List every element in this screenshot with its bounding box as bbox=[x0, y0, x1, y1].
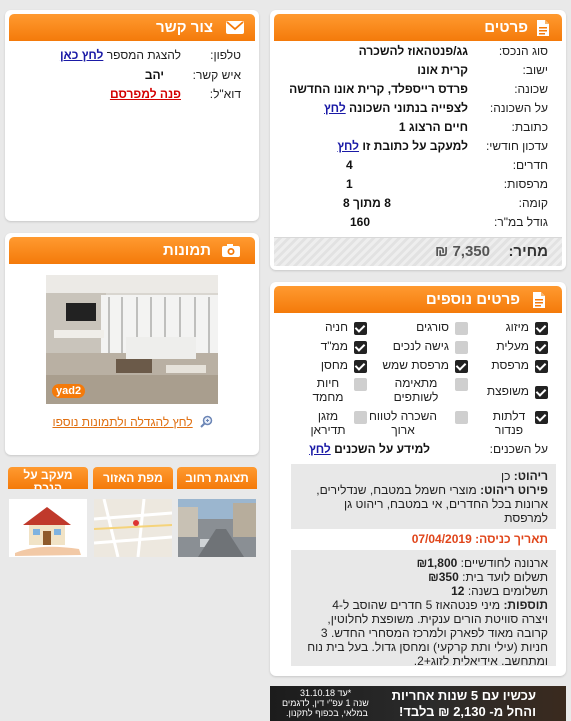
feature-tadiran-ac: מזגן תדיראן bbox=[277, 408, 367, 440]
feature-elevator: מעלית bbox=[468, 338, 548, 354]
feature-parking: חניה bbox=[277, 319, 367, 335]
ad-fineprint-2: שנה 1 עפ"י דין, לדגמים bbox=[282, 698, 369, 708]
arnona-row: ארנונה לחודשיים: ₪1,800 bbox=[416, 556, 548, 570]
contact-person-row: איש קשר: יהב bbox=[144, 68, 241, 82]
tab-property-tracking[interactable]: מעקב על הנכס bbox=[8, 467, 88, 559]
feature-roommates: מתאימה לשותפים bbox=[378, 375, 468, 407]
checkbox-checked-icon bbox=[455, 360, 468, 373]
ad-fineprint-1: *עד 31.10.18 bbox=[300, 688, 352, 698]
street-view-thumbnail bbox=[178, 499, 256, 557]
show-phone-link[interactable]: לחץ כאן bbox=[60, 48, 103, 62]
checkbox-unchecked-icon bbox=[354, 378, 367, 391]
checkbox-unchecked-icon bbox=[455, 411, 468, 424]
detail-row-about-neighborhood: על השכונה: לצפייה בנתוני השכונה לחץ bbox=[324, 101, 548, 115]
feature-air-conditioning: מיזוג bbox=[468, 319, 548, 335]
contact-title: צור קשר bbox=[156, 19, 213, 36]
detail-row-monthly-update: עדכון חודשי: למעקב על כתובת זו לחץ bbox=[337, 139, 548, 153]
track-address-link[interactable]: לחץ bbox=[337, 139, 359, 153]
extra-details-title: פרטים נוספים bbox=[425, 291, 520, 308]
detail-row-address: כתובת: חיים הרצוג 1 bbox=[398, 120, 548, 134]
main-photo[interactable]: yad2 bbox=[46, 275, 218, 404]
ad-price-line: והחל מ- 2,130 ₪ בלבד! bbox=[399, 704, 536, 719]
feature-balcony: מרפסת bbox=[468, 357, 548, 373]
feature-bars: סורגים bbox=[378, 319, 468, 335]
furniture-row: ריהוט: כן bbox=[500, 469, 548, 483]
feature-renovated: משופצת bbox=[468, 383, 548, 399]
price-label: מחיר: bbox=[508, 243, 548, 260]
vaad-row: תשלום לועד בית: ₪350 bbox=[428, 570, 548, 584]
photo-gallery-row: לחץ להגדלה ולתמונות נוספו bbox=[52, 415, 213, 431]
document-icon bbox=[536, 19, 550, 41]
photos-panel: תמונות yad2 לחץ להגדלה ולתמונות נוספו bbox=[5, 233, 259, 455]
yad2-watermark: yad2 bbox=[52, 384, 86, 398]
checkbox-checked-icon bbox=[535, 386, 548, 399]
contact-advertiser-link[interactable]: פנה למפרסם bbox=[110, 85, 181, 104]
camera-icon bbox=[221, 243, 241, 262]
tab-street-view[interactable]: תצוגת רחוב bbox=[177, 467, 257, 559]
checkbox-unchecked-icon bbox=[455, 322, 468, 335]
detail-row-balconies: מרפסות: 1 bbox=[346, 177, 548, 191]
document-icon bbox=[532, 291, 546, 313]
payments-row: תשלומים בשנה: 12 bbox=[451, 584, 548, 598]
photos-header: תמונות bbox=[9, 237, 255, 264]
checkbox-checked-icon bbox=[535, 360, 548, 373]
feature-storage: מחסן bbox=[277, 357, 367, 373]
detail-row-rooms: חדרים: 4 bbox=[346, 158, 548, 172]
checkbox-checked-icon bbox=[354, 341, 367, 354]
details-title: פרטים bbox=[484, 19, 528, 36]
enlarge-photos-link[interactable]: לחץ להגדלה ולתמונות נוספו bbox=[52, 415, 192, 429]
feature-safe-room: ממ"ד bbox=[277, 338, 367, 354]
feature-sun-balcony: מרפסת שמש bbox=[378, 357, 468, 373]
contact-email-row: דוא"ל: פנה למפרסם bbox=[15, 85, 241, 104]
photos-title: תמונות bbox=[163, 242, 211, 259]
feature-pets: חיות מחמד bbox=[277, 375, 367, 407]
feature-long-term: השכרה לטווח ארוך bbox=[369, 408, 468, 440]
neighborhood-link[interactable]: לחץ bbox=[324, 101, 346, 115]
price-value: 7,350 ₪ bbox=[435, 243, 490, 260]
feature-accessibility: גישה לנכים bbox=[378, 338, 468, 354]
detail-row-city: ישוב: קרית אונו bbox=[417, 63, 548, 77]
area-map-thumbnail bbox=[94, 499, 172, 557]
extra-details-header: פרטים נוספים bbox=[274, 286, 562, 313]
house-hand-icon bbox=[9, 499, 87, 557]
ad-banner[interactable]: עכשיו עם 5 שנות אחריות והחל מ- 2,130 ₪ ב… bbox=[270, 686, 566, 721]
notes-row: תוספות: מיני פנטהאוז 5 חדרים שהוסב ל-4 ו… bbox=[307, 598, 548, 668]
checkbox-unchecked-icon bbox=[455, 341, 468, 354]
entry-date-row: תאריך כניסה: 07/04/2019 bbox=[291, 529, 556, 550]
furniture-detail-row: פירוט ריהוט: מוצרי חשמל במטבח, שנדלירים,… bbox=[316, 483, 548, 525]
extra-details-panel: פרטים נוספים מיזוג סורגים חניה מעלית גיש… bbox=[270, 282, 566, 676]
checkbox-checked-icon bbox=[535, 322, 548, 335]
checkbox-unchecked-icon bbox=[455, 378, 468, 391]
detail-row-size: גודל במ"ר: 160 bbox=[350, 215, 548, 229]
checkbox-checked-icon bbox=[535, 341, 548, 354]
checkbox-checked-icon bbox=[354, 322, 367, 335]
price-bar: מחיר: 7,350 ₪ bbox=[274, 237, 562, 266]
contact-panel: צור קשר טלפון: להצגת המספר לחץ כאן איש ק… bbox=[5, 10, 259, 221]
ad-headline: עכשיו עם 5 שנות אחריות bbox=[391, 688, 536, 703]
detail-row-floor: קומה: 8 מתוך 8 bbox=[343, 196, 548, 210]
feature-pandor-doors: דלתות פנדור bbox=[468, 408, 548, 440]
neighbors-link[interactable]: לחץ bbox=[309, 442, 331, 456]
contact-header: צור קשר bbox=[9, 14, 255, 41]
neighbors-row: על השכנים: למידע על השכנים לחץ bbox=[309, 442, 548, 456]
contact-phone-row: טלפון: להצגת המספר לחץ כאן bbox=[59, 48, 241, 62]
tab-area-map[interactable]: מפת האזור bbox=[93, 467, 173, 559]
detail-row-neighborhood: שכונה: פרדס רייספלד, קרית אונו החדשה bbox=[289, 82, 548, 96]
detail-row-type: סוג הנכס: גג/פנטהאוז להשכרה bbox=[358, 44, 548, 58]
magnifier-icon bbox=[200, 415, 213, 431]
checkbox-checked-icon bbox=[354, 360, 367, 373]
ad-fineprint-3: במלאי, בכפוף לתקנון. bbox=[286, 708, 368, 718]
info-box: ריהוט: כן פירוט ריהוט: מוצרי חשמל במטבח,… bbox=[291, 464, 556, 668]
details-header: פרטים bbox=[274, 14, 562, 41]
details-panel: פרטים סוג הנכס: גג/פנטהאוז להשכרה ישוב: … bbox=[270, 10, 566, 270]
mail-icon bbox=[225, 20, 245, 39]
checkbox-unchecked-icon bbox=[354, 411, 367, 424]
checkbox-checked-icon bbox=[535, 411, 548, 424]
